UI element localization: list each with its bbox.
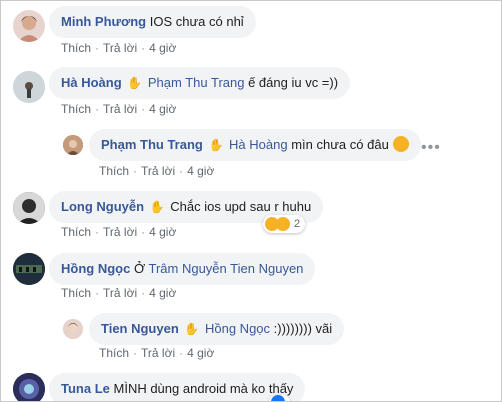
avatar[interactable]	[13, 373, 45, 401]
comment-actions: Thích · Trả lời · 4 giờ	[61, 41, 177, 55]
reply-link[interactable]: Trả lời	[141, 346, 175, 360]
avatar[interactable]	[13, 10, 45, 42]
like-link[interactable]: Thích	[99, 164, 129, 178]
reply-link[interactable]: Trả lời	[141, 164, 175, 178]
wave-hand-icon: ✋	[149, 200, 165, 214]
comment-bubble: Hà Hoàng ✋ Phạm Thu Trang ế đáng iu vc =…	[49, 67, 351, 99]
reply-link[interactable]: Trả lời	[103, 286, 137, 300]
mention-tag[interactable]: Tien Nguyen	[230, 261, 303, 276]
more-options-icon[interactable]: •••	[421, 140, 441, 156]
comment-author[interactable]: Tuna Le	[61, 381, 110, 396]
timestamp[interactable]: 4 giờ	[149, 41, 176, 55]
reaction-summary[interactable]: 2	[263, 215, 306, 233]
comment-author[interactable]: Phạm Thu Trang	[101, 137, 203, 152]
timestamp[interactable]: 4 giờ	[149, 286, 176, 300]
mention-tag[interactable]: Hà Hoàng	[229, 137, 288, 152]
comment-author[interactable]: Long Nguyễn	[61, 199, 144, 214]
avatar[interactable]	[63, 135, 83, 155]
comment-author[interactable]: Hồng Ngọc	[61, 261, 130, 276]
comment-text: mìn chưa có đâu	[291, 137, 389, 152]
comment-thread: Minh Phương IOS chưa có nhỉ Thích · Trả lờ…	[0, 0, 502, 402]
timestamp[interactable]: 4 giờ	[149, 225, 176, 239]
comment-text: MÌNH dùng android mà ko thấy	[113, 381, 294, 396]
comment-author[interactable]: Hà Hoàng	[61, 75, 122, 90]
like-link[interactable]: Thích	[61, 102, 91, 116]
comment-text: ế đáng iu vc =))	[248, 75, 339, 90]
comment-actions: Thích · Trả lời · 4 giờ	[99, 346, 215, 360]
timestamp[interactable]: 4 giờ	[187, 164, 214, 178]
sad-emoji-icon	[276, 217, 290, 231]
avatar[interactable]	[13, 253, 45, 285]
like-link[interactable]: Thích	[61, 286, 91, 300]
comment-bubble: Hồng Ngọc Ở Trâm Nguyễn Tien Nguyen	[49, 253, 316, 285]
reaction-summary[interactable]	[269, 395, 290, 401]
wave-hand-icon: ✋	[208, 138, 224, 152]
mention-tag[interactable]: Trâm Nguyễn	[149, 261, 227, 276]
reply-link[interactable]: Trả lời	[103, 102, 137, 116]
reply-link[interactable]: Trả lời	[103, 41, 137, 55]
comment-actions: Thích · Trả lời · 4 giờ	[61, 225, 177, 239]
wave-hand-icon: ✋	[127, 76, 143, 90]
comment-actions: Thích · Trả lời · 4 giờ	[61, 286, 177, 300]
comment-author[interactable]: Tien Nguyen	[101, 321, 179, 336]
timestamp[interactable]: 4 giờ	[149, 102, 176, 116]
reply-link[interactable]: Trả lời	[103, 225, 137, 239]
avatar[interactable]	[13, 71, 45, 103]
comment-bubble: Minh Phương IOS chưa có nhỉ	[49, 6, 256, 38]
wave-hand-icon: ✋	[184, 322, 200, 336]
reply-bubble: Tien Nguyen ✋ Hồng Ngọc :)))))))) vãi	[89, 313, 345, 345]
comment-text: IOS chưa có nhỉ	[149, 14, 244, 29]
avatar[interactable]	[63, 319, 83, 339]
comment-text: Ở	[133, 261, 146, 276]
comment-bubble: Tuna Le MÌNH dùng android mà ko thấy	[49, 373, 306, 401]
avatar[interactable]	[13, 192, 45, 224]
comment-text: :)))))))) vãi	[273, 321, 333, 336]
like-link[interactable]: Thích	[61, 225, 91, 239]
reply-bubble: Phạm Thu Trang ✋ Hà Hoàng mìn chưa có đâ…	[89, 129, 421, 161]
timestamp[interactable]: 4 giờ	[187, 346, 214, 360]
reaction-count: 2	[294, 218, 301, 230]
mention-tag[interactable]: Phạm Thu Trang	[148, 75, 245, 90]
smile-emoji-icon	[392, 136, 409, 152]
comment-author[interactable]: Minh Phương	[61, 14, 146, 29]
like-emoji-icon	[271, 395, 285, 401]
comment-text: Chắc ios upd sau r huhu	[170, 199, 312, 214]
comment-actions: Thích · Trả lời · 4 giờ	[61, 102, 177, 116]
like-link[interactable]: Thích	[99, 346, 129, 360]
comment-actions: Thích · Trả lời · 4 giờ	[99, 164, 215, 178]
mention-tag[interactable]: Hồng Ngọc	[205, 321, 270, 336]
like-link[interactable]: Thích	[61, 41, 91, 55]
